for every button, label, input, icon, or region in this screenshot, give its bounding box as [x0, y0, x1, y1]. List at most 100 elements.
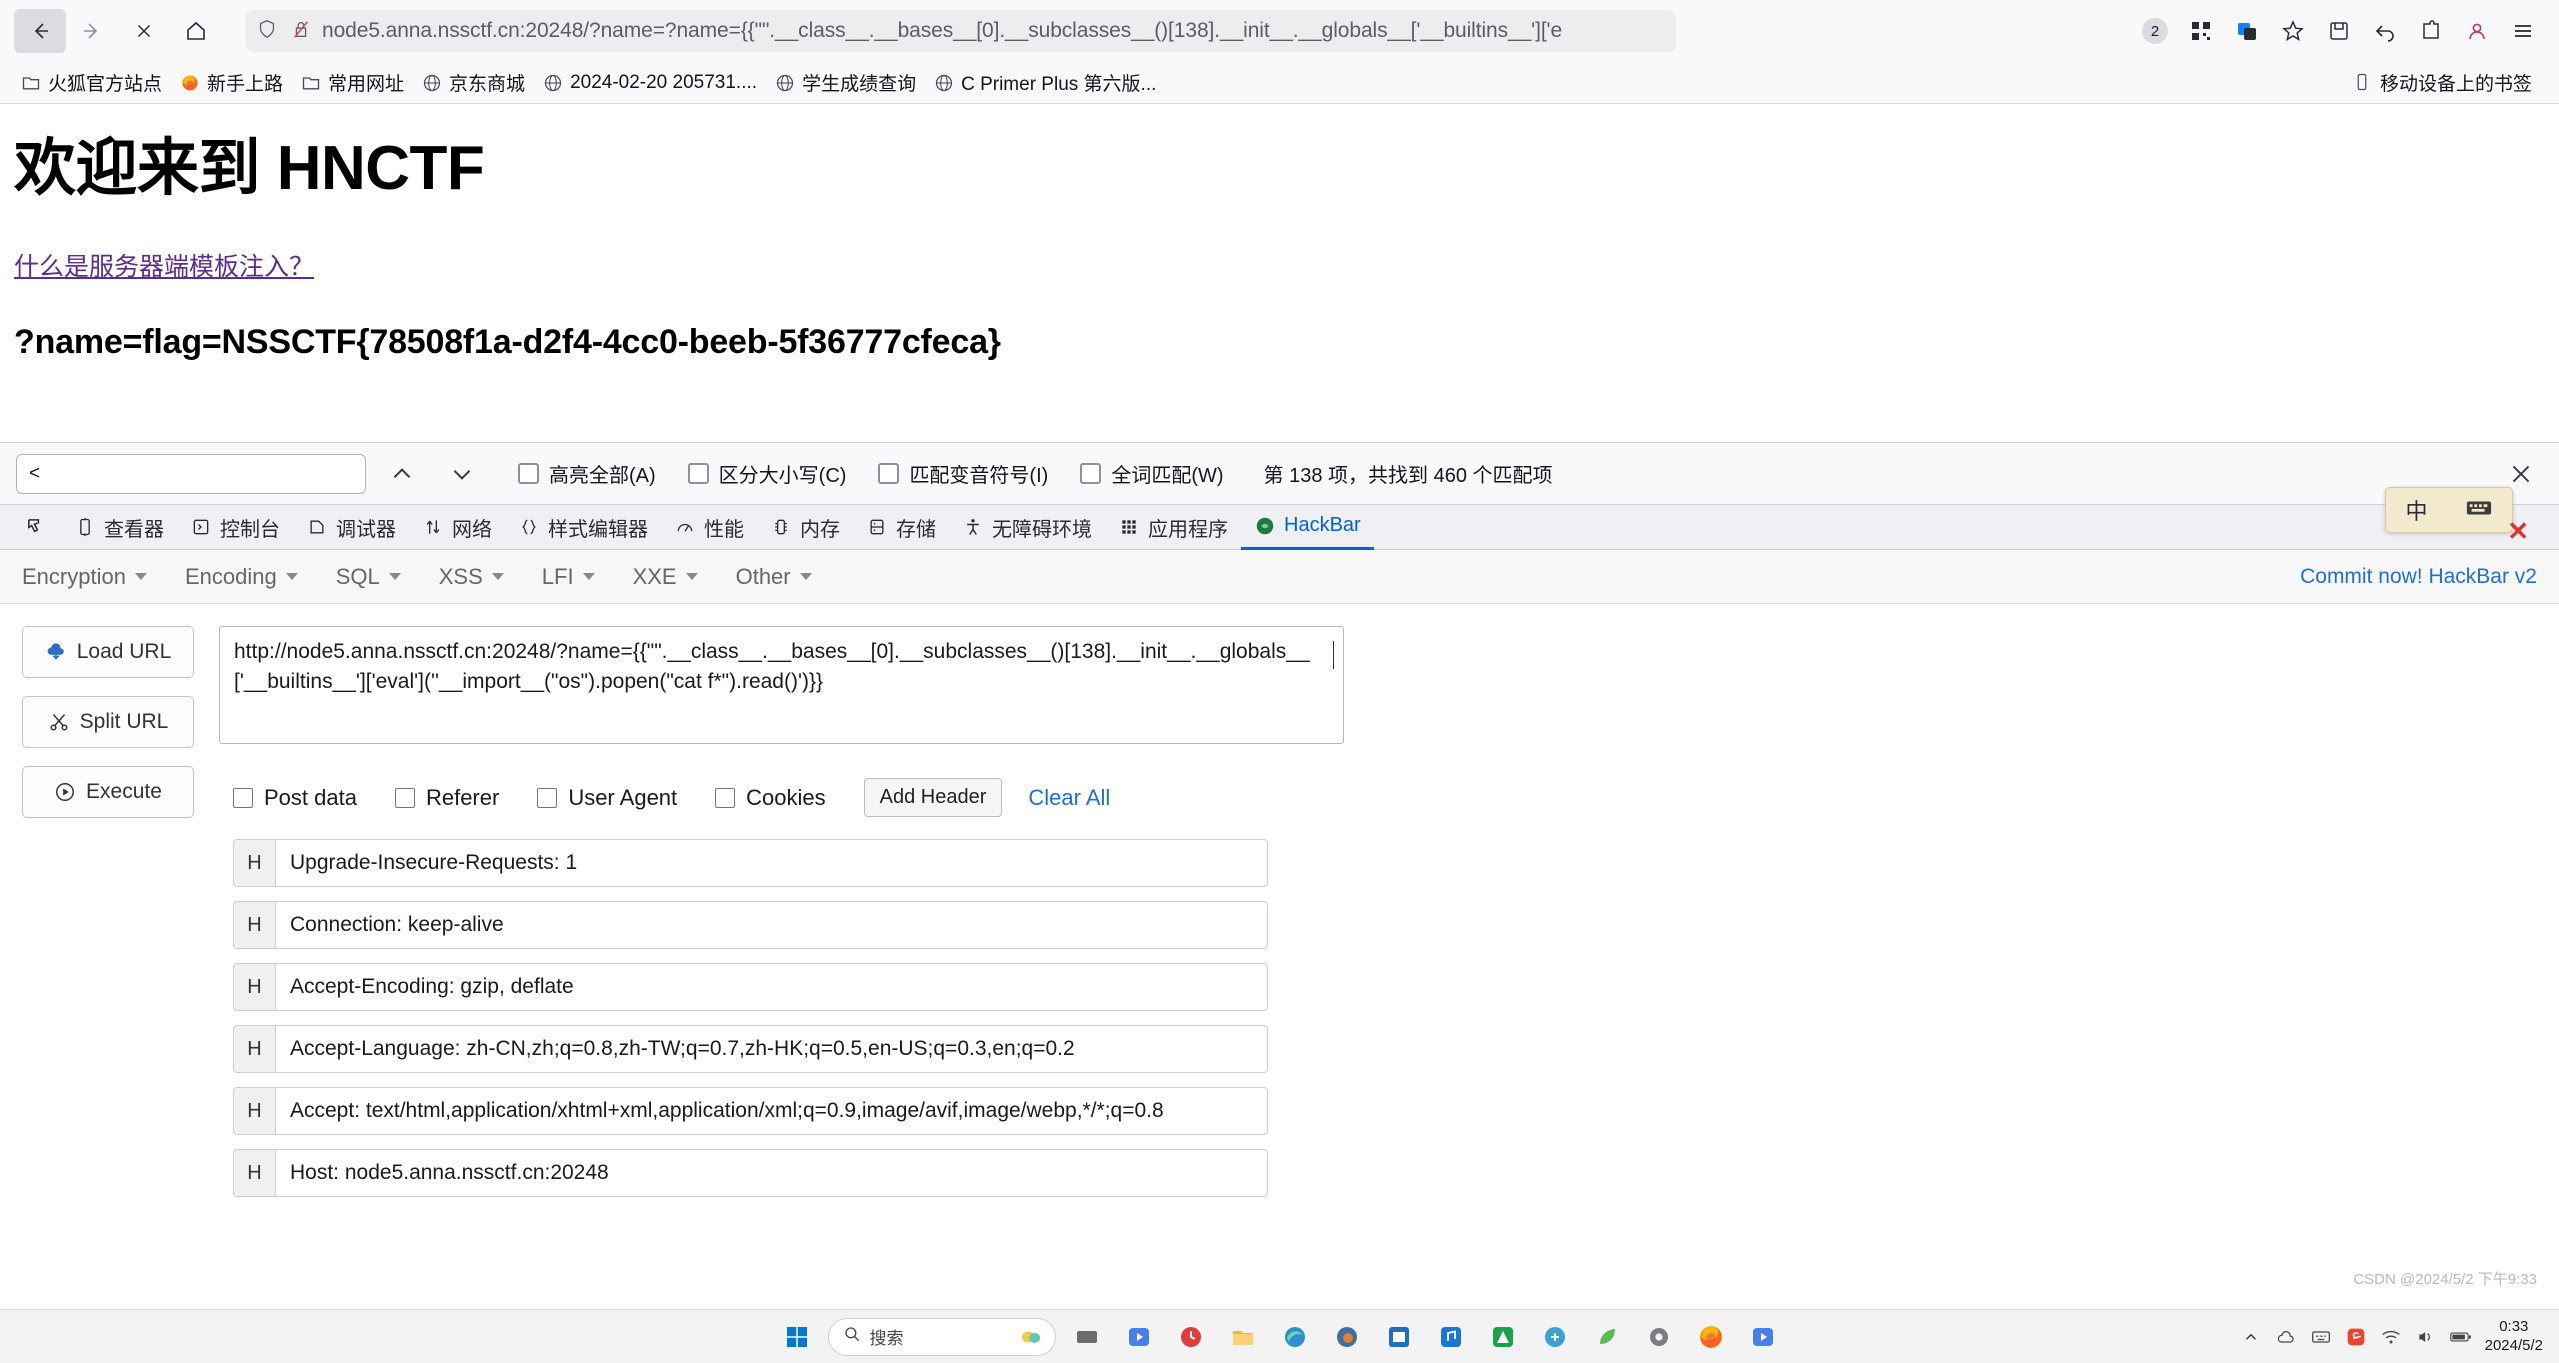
- taskbar-app-clock[interactable]: [1170, 1316, 1212, 1358]
- wifi-icon[interactable]: [2380, 1326, 2402, 1348]
- taskbar-app-media-player[interactable]: [1118, 1316, 1160, 1358]
- element-picker-icon[interactable]: [10, 505, 61, 550]
- extensions-icon[interactable]: [2409, 9, 2453, 53]
- commit-now-link[interactable]: Commit now! HackBar v2: [2300, 565, 2537, 589]
- find-next-button[interactable]: [438, 454, 486, 494]
- back-button[interactable]: [14, 9, 66, 53]
- post-data-checkbox[interactable]: Post data: [233, 785, 357, 811]
- hackbar-url-textarea[interactable]: http://node5.anna.nssctf.cn:20248/?name=…: [219, 626, 1344, 744]
- menu-xss[interactable]: XSS: [439, 564, 504, 590]
- bookmark-item[interactable]: C Primer Plus 第六版...: [925, 65, 1165, 100]
- referer-checkbox[interactable]: Referer: [395, 785, 499, 811]
- split-url-button[interactable]: Split URL: [22, 696, 194, 748]
- highlight-all-checkbox[interactable]: 高亮全部(A): [518, 459, 656, 488]
- tab-hackbar[interactable]: HackBar: [1241, 505, 1374, 550]
- save-icon[interactable]: [2317, 9, 2361, 53]
- header-value[interactable]: Accept: text/html,application/xhtml+xml,…: [276, 1088, 1267, 1134]
- header-value[interactable]: Host: node5.anna.nssctf.cn:20248: [276, 1150, 1267, 1196]
- user-agent-checkbox[interactable]: User Agent: [537, 785, 677, 811]
- header-value[interactable]: Connection: keep-alive: [276, 902, 1267, 948]
- tab-inspector[interactable]: 查看器: [61, 505, 177, 550]
- find-input[interactable]: [16, 454, 366, 494]
- tab-storage[interactable]: 存储: [853, 505, 949, 550]
- input-method-icon[interactable]: [2310, 1326, 2332, 1348]
- taskbar-app-xmind[interactable]: [1482, 1316, 1524, 1358]
- tab-accessibility[interactable]: 无障碍环境: [949, 505, 1105, 550]
- forward-button[interactable]: [66, 9, 118, 53]
- s-app-icon[interactable]: [2345, 1326, 2367, 1348]
- bookmark-mobile-folder[interactable]: 移动设备上的书签: [2344, 65, 2541, 100]
- bookmark-item[interactable]: 火狐官方站点: [12, 65, 171, 100]
- ime-floating-bar[interactable]: 中: [2385, 487, 2513, 533]
- taskbar-app-task-view[interactable]: [1066, 1316, 1108, 1358]
- header-row[interactable]: H Host: node5.anna.nssctf.cn:20248: [233, 1149, 1268, 1197]
- taskbar-app-firefox[interactable]: [1690, 1316, 1732, 1358]
- whole-words-checkbox[interactable]: 全词匹配(W): [1080, 459, 1223, 488]
- taskbar-app-media-2[interactable]: [1742, 1316, 1784, 1358]
- menu-xxe[interactable]: XXE: [633, 564, 698, 590]
- execute-button[interactable]: Execute: [22, 766, 194, 818]
- tab-application[interactable]: 应用程序: [1105, 505, 1241, 550]
- shield-icon[interactable]: [256, 18, 278, 45]
- keyboard-icon[interactable]: [2466, 498, 2492, 523]
- taskbar-app-blender[interactable]: [1326, 1316, 1368, 1358]
- menu-encoding[interactable]: Encoding: [185, 564, 298, 590]
- bookmark-item[interactable]: 2024-02-20 205731....: [534, 68, 766, 98]
- tab-performance[interactable]: 性能: [661, 505, 757, 550]
- add-header-button[interactable]: Add Header: [864, 778, 1003, 817]
- taskbar-app-settings[interactable]: [1638, 1316, 1680, 1358]
- bookmark-item[interactable]: 常用网址: [292, 65, 413, 100]
- tab-network[interactable]: 网络: [409, 505, 505, 550]
- menu-lfi[interactable]: LFI: [542, 564, 595, 590]
- match-case-checkbox[interactable]: 区分大小写(C): [688, 459, 847, 488]
- container-tab-badge[interactable]: 2: [2133, 9, 2177, 53]
- ime-mode-label[interactable]: 中: [2405, 494, 2427, 526]
- star-icon[interactable]: [2271, 9, 2315, 53]
- taskbar-search[interactable]: 搜索: [828, 1318, 1056, 1356]
- taskbar-clock[interactable]: 0:33 2024/5/2: [2485, 1318, 2543, 1356]
- header-value[interactable]: Accept-Encoding: gzip, deflate: [276, 964, 1267, 1010]
- lock-broken-icon[interactable]: [290, 18, 312, 45]
- account-icon[interactable]: [2455, 9, 2499, 53]
- taskbar-app-store[interactable]: [1378, 1316, 1420, 1358]
- tab-console[interactable]: 控制台: [177, 505, 293, 550]
- stop-button[interactable]: [118, 9, 170, 53]
- ssti-explain-link[interactable]: 什么是服务器端模板注入？: [14, 247, 314, 283]
- clear-all-button[interactable]: Clear All: [1028, 785, 1110, 811]
- header-value[interactable]: Accept-Language: zh-CN,zh;q=0.8,zh-TW;q=…: [276, 1026, 1267, 1072]
- taskbar-app-tools[interactable]: [1534, 1316, 1576, 1358]
- match-diacritics-checkbox[interactable]: 匹配变音符号(I): [878, 459, 1048, 488]
- find-previous-button[interactable]: [378, 454, 426, 494]
- url-bar[interactable]: node5.anna.nssctf.cn:20248/?name=?name={…: [246, 10, 1676, 52]
- translate-icon[interactable]: [2225, 9, 2269, 53]
- cookies-checkbox[interactable]: Cookies: [715, 785, 825, 811]
- header-row[interactable]: H Accept-Encoding: gzip, deflate: [233, 963, 1268, 1011]
- taskbar-app-edge[interactable]: [1274, 1316, 1316, 1358]
- cloud-icon[interactable]: [2275, 1326, 2297, 1348]
- windows-start-icon[interactable]: [776, 1316, 818, 1358]
- tab-debugger[interactable]: 调试器: [293, 505, 409, 550]
- hamburger-menu-icon[interactable]: [2501, 9, 2545, 53]
- ime-close-icon[interactable]: ✕: [2507, 516, 2529, 547]
- header-row[interactable]: H Upgrade-Insecure-Requests: 1: [233, 839, 1268, 887]
- header-value[interactable]: Upgrade-Insecure-Requests: 1: [276, 840, 1267, 886]
- load-url-button[interactable]: Load URL: [22, 626, 194, 678]
- bookmark-item[interactable]: 京东商城: [413, 65, 534, 100]
- bookmark-item[interactable]: 学生成绩查询: [766, 65, 925, 100]
- qr-icon[interactable]: [2179, 9, 2223, 53]
- volume-icon[interactable]: [2415, 1326, 2437, 1348]
- tab-memory[interactable]: 内存: [757, 505, 853, 550]
- taskbar-app-music[interactable]: [1430, 1316, 1472, 1358]
- menu-sql[interactable]: SQL: [336, 564, 401, 590]
- header-row[interactable]: H Accept-Language: zh-CN,zh;q=0.8,zh-TW;…: [233, 1025, 1268, 1073]
- home-button[interactable]: [170, 9, 222, 53]
- menu-other[interactable]: Other: [736, 564, 812, 590]
- header-row[interactable]: H Accept: text/html,application/xhtml+xm…: [233, 1087, 1268, 1135]
- header-row[interactable]: H Connection: keep-alive: [233, 901, 1268, 949]
- taskbar-app-file-explorer[interactable]: [1222, 1316, 1264, 1358]
- battery-icon[interactable]: [2450, 1326, 2472, 1348]
- chevron-up-icon[interactable]: [2240, 1326, 2262, 1348]
- bookmark-item[interactable]: 新手上路: [171, 65, 292, 100]
- tab-style-editor[interactable]: 样式编辑器: [505, 505, 661, 550]
- taskbar-app-leaf[interactable]: [1586, 1316, 1628, 1358]
